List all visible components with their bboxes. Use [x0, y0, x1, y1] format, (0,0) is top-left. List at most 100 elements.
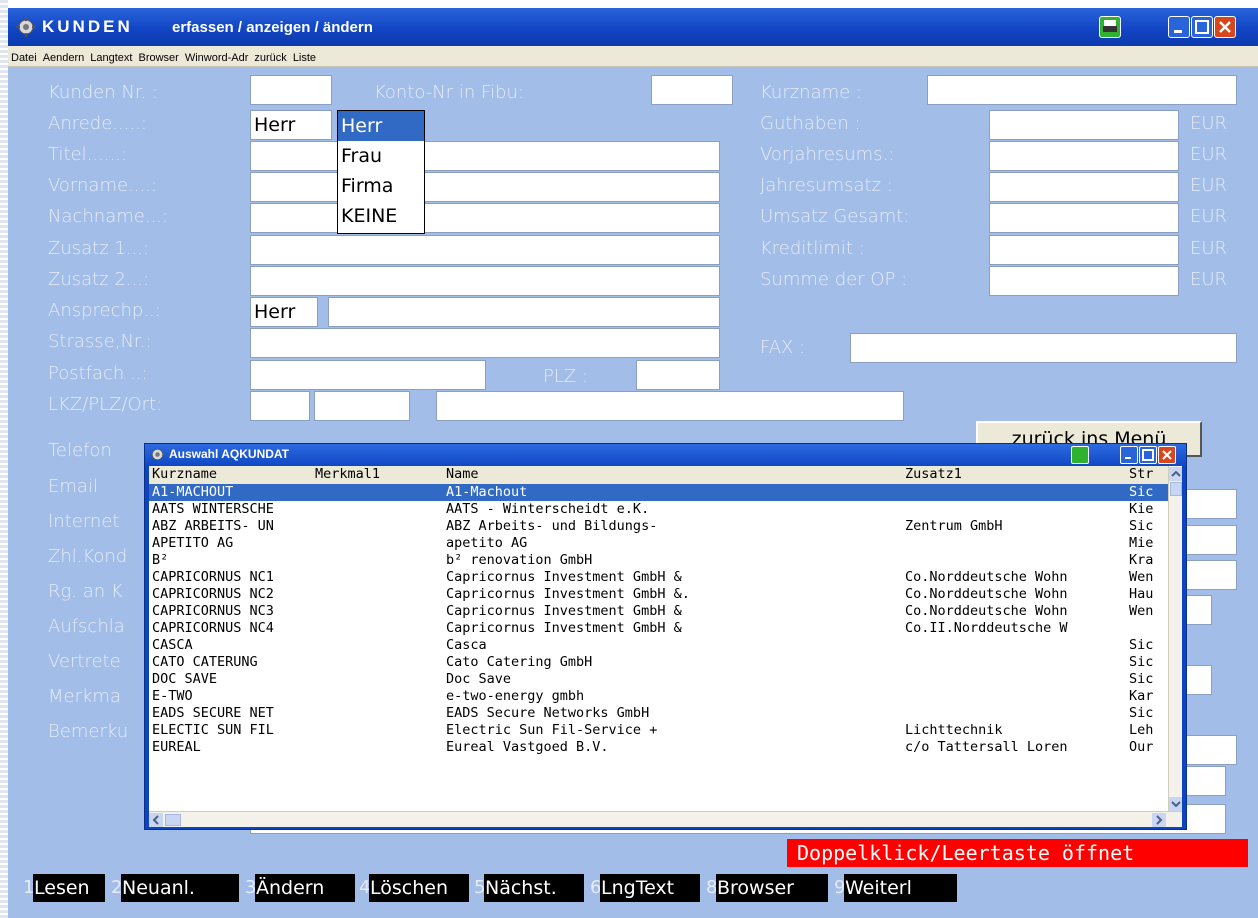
anrede-option-herr[interactable]: Herr [338, 111, 424, 141]
list-row[interactable]: APETITO AG apetito AG Mie [149, 535, 1171, 552]
list-row[interactable]: CAPRICORNUS NC1 Capricornus Investment Gm… [149, 569, 1171, 586]
list-row[interactable]: CASCA Casca Sic [149, 637, 1171, 654]
col-strasse[interactable]: Str [1129, 466, 1168, 483]
label-fax: FAX : [760, 337, 806, 358]
anrede-option-keine[interactable]: KEINE [338, 201, 424, 231]
nachname-input[interactable] [250, 203, 720, 233]
eur-vorjahr: EUR [1190, 144, 1228, 165]
list-row[interactable]: CATO CATERUNG Cato Catering GmbH Sic [149, 654, 1171, 671]
scroll-thumb[interactable] [1170, 482, 1182, 496]
ort-input[interactable] [436, 391, 904, 421]
list-row[interactable]: B² b² renovation GmbH Kra [149, 552, 1171, 569]
horizontal-scrollbar[interactable] [149, 811, 1182, 827]
fkey-aendern[interactable]: Ändern [255, 874, 355, 902]
popup-close-button[interactable] [1158, 446, 1176, 464]
umsatz-gesamt-field[interactable] [989, 203, 1179, 233]
fkey-lngtext[interactable]: LngText [600, 874, 700, 902]
menu-bar: Datei Aendern Langtext Browser Winword-Adr zu… [8, 46, 1258, 67]
list-row[interactable]: ELECTIC SUN FIL Electric Sun Fil-Service … [149, 722, 1171, 739]
scroll-right-icon[interactable] [1152, 813, 1166, 827]
vertical-scrollbar[interactable] [1168, 466, 1182, 811]
kurzname-input[interactable] [927, 75, 1237, 105]
lkz-input[interactable] [250, 391, 310, 421]
kreditlimit-field[interactable] [989, 235, 1179, 265]
anrede-option-frau[interactable]: Frau [338, 141, 424, 171]
cell-zusatz1: Co.Norddeutsche Wohn [905, 586, 1068, 602]
fkey-loeschen[interactable]: Löschen [369, 874, 469, 902]
popup-minimize-button[interactable] [1120, 446, 1138, 464]
list-row[interactable]: CAPRICORNUS NC2 Capricornus Investment Gm… [149, 586, 1171, 603]
ansprechp-input[interactable] [328, 297, 720, 327]
jahresumsatz-field[interactable] [989, 172, 1179, 202]
zusatz2-input[interactable] [250, 266, 720, 296]
col-name[interactable]: Name [446, 466, 646, 483]
popup-list: Kurzname Merkmal1 Name Zusatz1 Str A1-MA… [149, 466, 1182, 827]
cell-strasse: Kar [1129, 688, 1154, 704]
menu-datei[interactable]: Datei [8, 48, 40, 68]
menu-winword-adr[interactable]: Winword-Adr [182, 48, 252, 68]
col-zusatz1[interactable]: Zusatz1 [905, 466, 1105, 483]
menu-liste[interactable]: Liste [290, 48, 319, 68]
hscroll-thumb[interactable] [165, 814, 181, 826]
eur-jahresumsatz: EUR [1190, 175, 1228, 196]
print-icon[interactable] [1099, 16, 1121, 38]
vorname-input[interactable] [250, 172, 720, 202]
cell-kurzname: EADS SECURE NET [152, 705, 274, 721]
fkey-lesen[interactable]: Lesen [33, 874, 105, 902]
postfach-plz-input[interactable] [636, 360, 720, 390]
scroll-down-icon[interactable] [1169, 797, 1182, 811]
popup-print-icon[interactable] [1071, 446, 1089, 464]
ansprechp-anrede-select[interactable]: Herr [250, 297, 318, 327]
guthaben-field[interactable] [989, 110, 1179, 140]
vorjahresums-field[interactable] [989, 141, 1179, 171]
fkey-weiterl[interactable]: Weiterl [844, 874, 957, 902]
fkey-naechst[interactable]: Nächst. [484, 874, 584, 902]
list-row[interactable]: A1-MACHOUT A1-Machout Sic [149, 484, 1171, 501]
konto-nr-input[interactable] [651, 75, 733, 105]
menu-zurueck[interactable]: zurück [251, 48, 289, 68]
titel-input[interactable] [250, 141, 720, 171]
plz-input[interactable] [314, 391, 410, 421]
cell-zusatz1: Zentrum GmbH [905, 518, 1003, 534]
list-row[interactable]: CAPRICORNUS NC3 Capricornus Investment Gm… [149, 603, 1171, 620]
cell-name: Capricornus Investment GmbH & [446, 620, 682, 636]
menu-browser[interactable]: Browser [135, 48, 181, 68]
strasse-input[interactable] [250, 328, 720, 358]
list-row[interactable]: EADS SECURE NET EADS Secure Networks GmbH… [149, 705, 1171, 722]
col-kurzname[interactable]: Kurzname [152, 466, 297, 483]
close-button[interactable] [1214, 16, 1236, 38]
scroll-up-icon[interactable] [1169, 467, 1182, 481]
menu-aendern[interactable]: Aendern [40, 48, 88, 68]
col-merkmal1[interactable]: Merkmal1 [315, 466, 445, 483]
list-row[interactable]: AATS WINTERSCHE AATS - Winterscheidt e.K.… [149, 501, 1171, 518]
kunden-nr-input[interactable] [250, 75, 332, 105]
fkey-browser[interactable]: Browser [716, 874, 828, 902]
summe-op-field[interactable] [989, 266, 1179, 296]
scroll-left-icon[interactable] [149, 813, 163, 827]
cell-name: Cato Catering GmbH [446, 654, 593, 670]
title-bar: KUNDEN erfassen / anzeigen / ändern [8, 8, 1258, 46]
list-row[interactable]: EUREAL Eureal Vastgoed B.V. c/o Tattersall… [149, 739, 1171, 756]
minimize-button[interactable] [1168, 16, 1190, 38]
list-row[interactable]: DOC SAVE Doc Save Sic [149, 671, 1171, 688]
cell-strasse: Wen [1129, 603, 1154, 619]
anrede-option-firma[interactable]: Firma [338, 171, 424, 201]
zusatz1-input[interactable] [250, 235, 720, 265]
list-row[interactable]: CAPRICORNUS NC4 Capricornus Investment Gm… [149, 620, 1171, 637]
cell-name: apetito AG [446, 535, 528, 551]
cell-name: Capricornus Investment GmbH &. [446, 586, 690, 602]
label-email: Email [48, 476, 98, 497]
fax-input[interactable] [850, 333, 1237, 363]
list-row[interactable]: ABZ ARBEITS- UN ABZ Arbeits- und Bildungs… [149, 518, 1171, 535]
maximize-button[interactable] [1191, 16, 1213, 38]
fkey-neuanl[interactable]: Neuanl. [121, 874, 239, 902]
postfach-input[interactable] [250, 360, 486, 390]
anrede-select[interactable]: Herr [250, 110, 332, 140]
cell-name: Capricornus Investment GmbH & [446, 603, 682, 619]
popup-maximize-button[interactable] [1139, 446, 1157, 464]
label-strasse: Strasse,Nr.: [48, 331, 152, 352]
list-row[interactable]: E-TWO e-two-energy gmbh Kar [149, 688, 1171, 705]
menu-langtext[interactable]: Langtext [87, 48, 135, 68]
eur-umsatz-gesamt: EUR [1190, 206, 1228, 227]
label-vorname: Vorname....: [48, 175, 158, 196]
